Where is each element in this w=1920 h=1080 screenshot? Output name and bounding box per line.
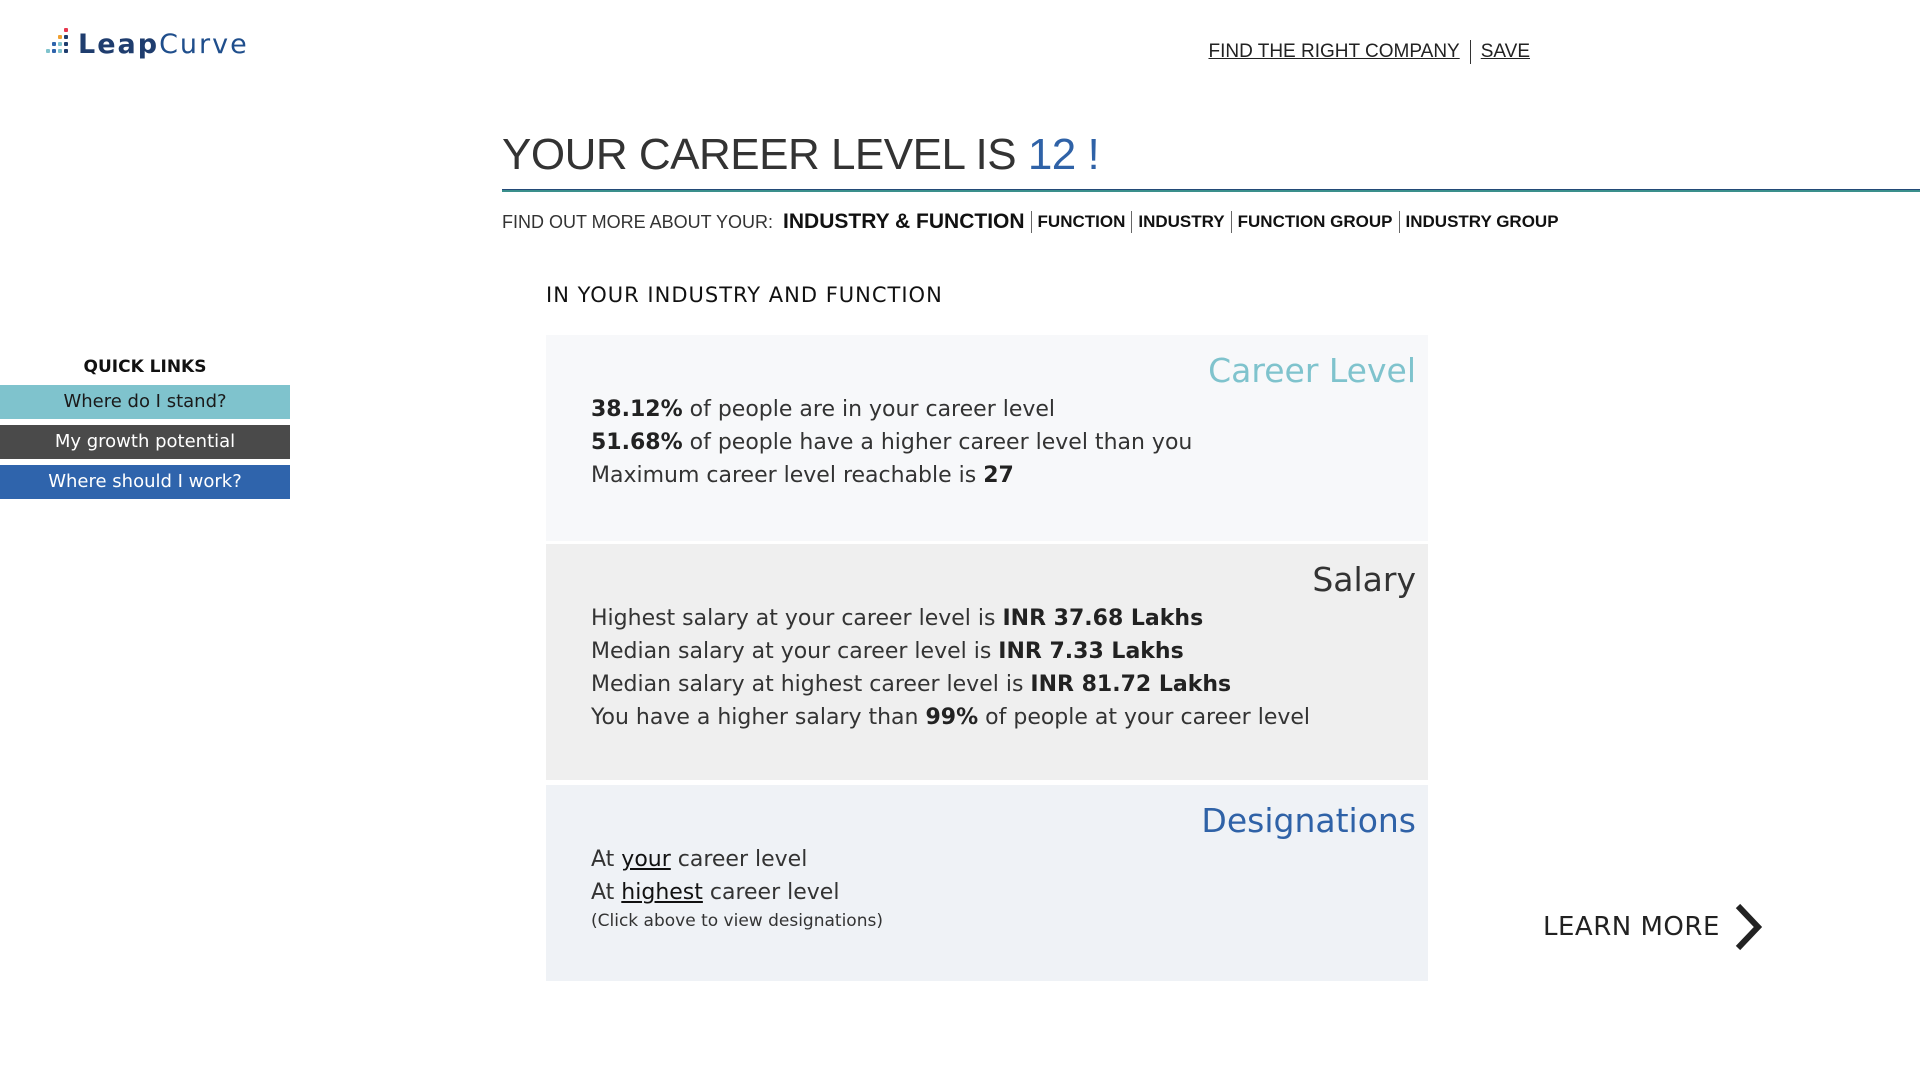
divider [1131, 211, 1133, 233]
logo[interactable]: LeapCurve [44, 28, 249, 60]
stat-text: Median salary at highest career level is [591, 672, 1031, 697]
logo-dots-icon [44, 28, 74, 60]
tab-function-group[interactable]: FUNCTION GROUP [1238, 212, 1393, 232]
tab-industry[interactable]: INDUSTRY [1138, 212, 1224, 232]
title-divider [502, 189, 1920, 192]
card-lines: 38.12% of people are in your career leve… [591, 393, 1416, 492]
quick-link-growth-potential[interactable]: My growth potential [0, 425, 290, 459]
designation-line: At highest career level [591, 876, 1416, 909]
line-text: At [591, 880, 622, 905]
line-text: career level [670, 847, 808, 872]
quick-link-where-do-i-stand[interactable]: Where do I stand? [0, 385, 290, 419]
line-text: At [591, 847, 622, 872]
career-level-card: Career Level 38.12% of people are in you… [546, 335, 1428, 541]
page-title: YOUR CAREER LEVEL IS 12 ! [502, 130, 1100, 180]
card-lines: Highest salary at your career level is I… [591, 602, 1416, 734]
stat-line: Median salary at your career level is IN… [591, 635, 1416, 668]
stat-text: of people have a higher career level tha… [682, 430, 1193, 455]
stat-value: INR 81.72 Lakhs [1030, 672, 1232, 697]
stat-line: 51.68% of people have a higher career le… [591, 426, 1416, 459]
divider [1030, 211, 1032, 233]
divider [1469, 40, 1471, 64]
stat-text: of people at your career level [978, 705, 1311, 730]
stat-value: 99% [925, 705, 979, 730]
line-text: career level [702, 880, 840, 905]
logo-text: LeapCurve [78, 29, 249, 60]
chevron-right-icon [1735, 903, 1762, 951]
stat-line: Maximum career level reachable is 27 [591, 459, 1416, 492]
quick-link-where-should-i-work[interactable]: Where should I work? [0, 465, 290, 499]
designations-hint: (Click above to view designations) [591, 911, 883, 931]
logo-text-light: Curve [159, 28, 249, 60]
top-links: FIND THE RIGHT COMPANY SAVE [1208, 40, 1530, 64]
stat-line: Highest salary at your career level is I… [591, 602, 1416, 635]
tab-function[interactable]: FUNCTION [1038, 212, 1126, 232]
career-level-number: 12 ! [1027, 130, 1100, 179]
quick-links: QUICK LINKS Where do I stand? My growth … [0, 357, 290, 505]
logo-text-bold: Leap [78, 28, 160, 60]
learn-more-label: LEARN MORE [1543, 912, 1720, 942]
stat-line: You have a higher salary than 99% of peo… [591, 701, 1416, 734]
section-heading: IN YOUR INDUSTRY AND FUNCTION [546, 283, 943, 307]
save-link[interactable]: SAVE [1481, 41, 1530, 63]
stat-value: 51.68% [591, 430, 683, 455]
stat-text: You have a higher salary than [591, 705, 926, 730]
card-lines: At your career level At highest career l… [591, 843, 1416, 933]
page-title-prefix: YOUR CAREER LEVEL IS [502, 130, 1028, 179]
find-out-more-nav: FIND OUT MORE ABOUT YOUR: INDUSTRY & FUN… [502, 210, 1559, 234]
learn-more-button[interactable]: LEARN MORE [1543, 902, 1762, 952]
designation-line: At your career level [591, 843, 1416, 876]
divider [1230, 211, 1232, 233]
stat-value: 38.12% [591, 397, 683, 422]
find-out-more-label: FIND OUT MORE ABOUT YOUR: [502, 211, 774, 232]
card-title: Career Level [1208, 351, 1416, 390]
quick-links-title: QUICK LINKS [83, 357, 207, 377]
tab-industry-group[interactable]: INDUSTRY GROUP [1406, 212, 1559, 232]
divider [1398, 211, 1400, 233]
tab-industry-function[interactable]: INDUSTRY & FUNCTION [783, 210, 1025, 234]
stat-text: Highest salary at your career level is [591, 606, 1003, 631]
stat-text: of people are in your career level [682, 397, 1056, 422]
salary-card: Salary Highest salary at your career lev… [546, 544, 1428, 780]
stat-line: Median salary at highest career level is… [591, 668, 1416, 701]
card-title: Salary [1312, 560, 1416, 599]
stat-value: 27 [983, 463, 1014, 488]
your-level-designations-link[interactable]: your [621, 847, 670, 872]
stat-value: INR 37.68 Lakhs [1002, 606, 1204, 631]
highest-level-designations-link[interactable]: highest [621, 880, 703, 905]
card-title: Designations [1201, 801, 1416, 840]
designations-card: Designations At your career level At hig… [546, 785, 1428, 981]
stat-text: Maximum career level reachable is [591, 463, 984, 488]
stat-line: 38.12% of people are in your career leve… [591, 393, 1416, 426]
stat-value: INR 7.33 Lakhs [998, 639, 1184, 664]
stat-text: Median salary at your career level is [591, 639, 999, 664]
find-right-company-link[interactable]: FIND THE RIGHT COMPANY [1208, 41, 1459, 63]
